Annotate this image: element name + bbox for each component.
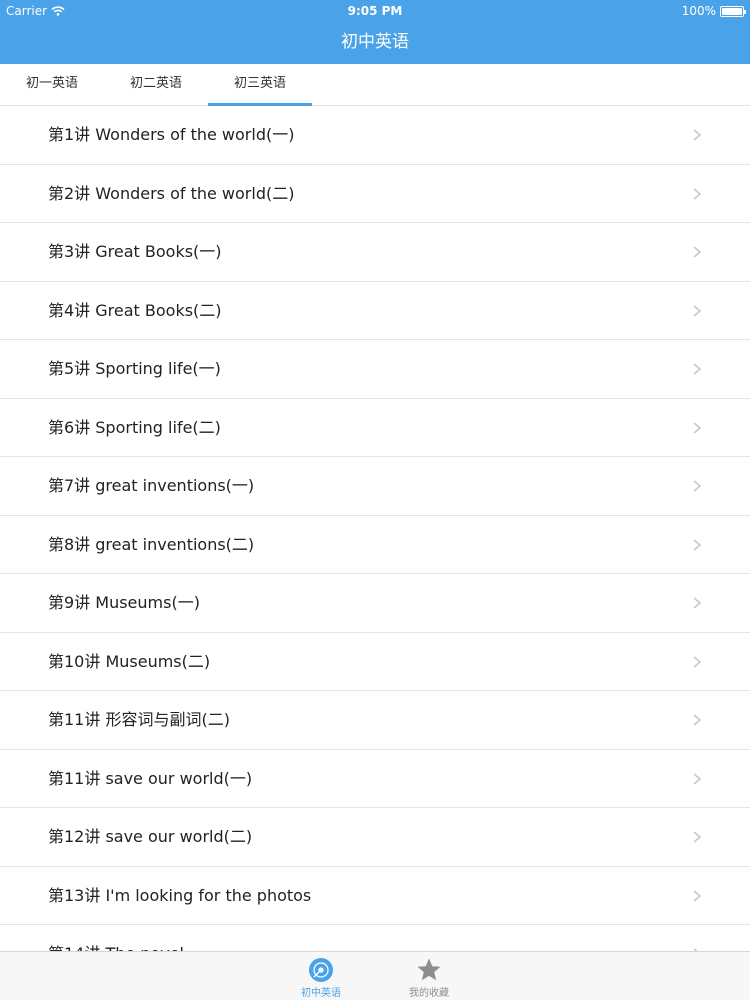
chevron-right-icon	[693, 831, 702, 843]
chevron-right-icon	[693, 538, 702, 551]
battery-percent: 100%	[681, 4, 716, 18]
chevron-right-icon	[693, 129, 702, 141]
lesson-title: 第6讲 Sporting life(二)	[48, 417, 221, 437]
chevron-right-icon	[693, 246, 702, 258]
tab-grade-2[interactable]: 初二英语	[104, 64, 208, 106]
lesson-list[interactable]: 第1讲 Wonders of the world(一) 第2讲 Wonders o…	[0, 106, 750, 951]
list-item[interactable]: 第12讲 save our world(二)	[0, 808, 750, 867]
tab-bar-item-junior-english[interactable]: 初中英语	[281, 952, 361, 1000]
list-item[interactable]: 第13讲 I'm looking for the photos	[0, 867, 750, 925]
battery-icon	[720, 5, 746, 17]
list-item[interactable]: 第1讲 Wonders of the world(一)	[0, 106, 750, 165]
tab-label: 初一英语	[25, 76, 78, 91]
grade-tabs: 初一英语 初二英语 初三英语	[0, 64, 750, 106]
page-title: 初中英语	[341, 32, 409, 52]
tab-bar-label: 我的收藏	[409, 988, 449, 999]
list-item[interactable]: 第10讲 Museums(二)	[0, 633, 750, 691]
chevron-right-icon	[693, 714, 702, 726]
list-item[interactable]: 第3讲 Great Books(一)	[0, 223, 750, 282]
lesson-title: 第10讲 Museums(二)	[48, 651, 211, 671]
chevron-right-icon	[693, 772, 702, 785]
navigation-bar: 初中英语	[0, 22, 750, 64]
chevron-right-icon	[693, 304, 702, 317]
chevron-right-icon	[693, 597, 702, 609]
lesson-title: 第4讲 Great Books(二)	[48, 300, 222, 320]
tab-grade-1[interactable]: 初一英语	[0, 64, 104, 106]
lesson-title: 第11讲 save our world(一)	[48, 768, 253, 788]
lesson-title: 第13讲 I'm looking for the photos	[48, 885, 312, 905]
chevron-right-icon	[693, 187, 702, 200]
list-item[interactable]: 第5讲 Sporting life(一)	[0, 340, 750, 399]
list-item[interactable]: 第9讲 Museums(一)	[0, 574, 750, 633]
list-item[interactable]: 第14讲 The novel	[0, 925, 750, 951]
lesson-title: 第1讲 Wonders of the world(一)	[48, 125, 295, 144]
tab-grade-3[interactable]: 初三英语	[208, 64, 312, 106]
list-item[interactable]: 第11讲 形容词与副词(二)	[0, 691, 750, 750]
chevron-right-icon	[693, 421, 702, 434]
list-item[interactable]: 第4讲 Great Books(二)	[0, 282, 750, 340]
status-time: 9:05 PM	[347, 4, 403, 18]
star-icon	[417, 958, 441, 981]
lesson-title: 第12讲 save our world(二)	[48, 827, 253, 846]
lesson-title: 第7讲 great inventions(一)	[48, 476, 255, 495]
chevron-right-icon	[693, 363, 702, 375]
list-item[interactable]: 第2讲 Wonders of the world(二)	[0, 165, 750, 223]
battery-group: 100%	[681, 4, 746, 18]
tab-bar: 初中英语 我的收藏	[0, 951, 750, 1000]
chevron-right-icon	[693, 889, 702, 902]
disc-icon	[309, 958, 333, 982]
chevron-right-icon	[693, 480, 702, 492]
tab-label: 初三英语	[233, 76, 286, 91]
list-item[interactable]: 第8讲 great inventions(二)	[0, 516, 750, 574]
lesson-title: 第3讲 Great Books(一)	[48, 242, 222, 261]
list-item[interactable]: 第11讲 save our world(一)	[0, 750, 750, 808]
lesson-title: 第5讲 Sporting life(一)	[48, 359, 221, 378]
lesson-title: 第2讲 Wonders of the world(二)	[48, 183, 295, 203]
lesson-title: 第8讲 great inventions(二)	[48, 534, 255, 554]
tab-label: 初二英语	[129, 76, 182, 91]
status-bar: Carrier 9:05 PM 100%	[0, 0, 750, 22]
chevron-right-icon	[693, 655, 702, 668]
list-item[interactable]: 第6讲 Sporting life(二)	[0, 399, 750, 457]
tab-bar-label: 初中英语	[301, 988, 341, 999]
list-item[interactable]: 第7讲 great inventions(一)	[0, 457, 750, 516]
lesson-title: 第14讲 The novel	[48, 925, 184, 951]
lesson-title: 第11讲 形容词与副词(二)	[48, 710, 230, 729]
lesson-title: 第9讲 Museums(一)	[48, 593, 200, 612]
tab-bar-item-favorites[interactable]: 我的收藏	[389, 952, 469, 1000]
